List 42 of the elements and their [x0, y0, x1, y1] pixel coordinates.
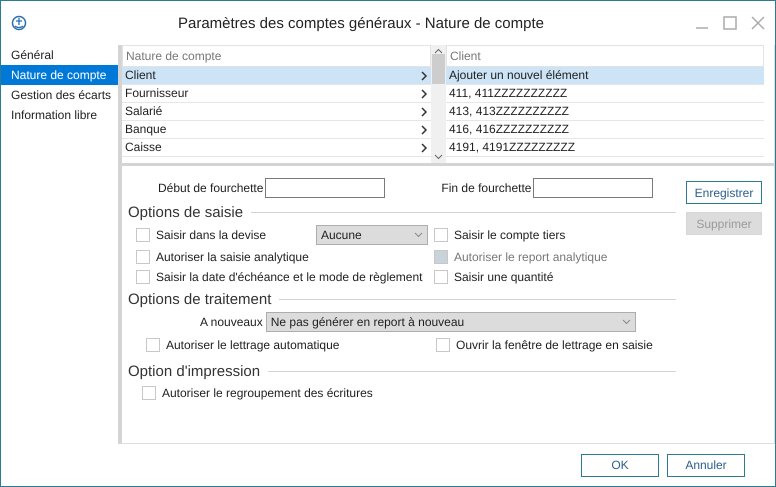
sidebar-item[interactable]: Gestion des écarts [1, 85, 118, 105]
checkbox[interactable]: Saisir dans la devise [136, 226, 316, 244]
list-row[interactable]: Salarié [122, 103, 431, 121]
action-button[interactable]: Enregistrer [686, 181, 762, 204]
checkbox[interactable]: Ouvrir la fenêtre de lettrage en saisie [436, 336, 676, 353]
checkbox[interactable]: Saisir la date d'échéance et le mode de règlement [136, 268, 434, 285]
field-label: A nouveaux [200, 315, 263, 329]
caret-icon [414, 232, 423, 238]
list-row[interactable]: Client [122, 67, 431, 85]
currency-dropdown[interactable]: Aucune [316, 225, 428, 245]
list-row[interactable]: Fournisseur [122, 85, 431, 103]
maximize-icon[interactable] [723, 16, 737, 30]
window-title: Paramètres des comptes généraux - Nature de compte [176, 14, 545, 32]
scrollbar[interactable] [431, 45, 446, 163]
scroll-down-icon[interactable] [434, 154, 443, 160]
section-title: Options de traitement [128, 291, 272, 308]
input-field[interactable] [533, 178, 654, 198]
scroll-thumb[interactable] [432, 54, 445, 84]
input-field[interactable] [265, 178, 386, 198]
checkbox[interactable]: Autoriser le lettrage automatique [146, 336, 436, 353]
column-header: Client [446, 45, 764, 67]
a-nouveaux-dropdown[interactable]: Ne pas générer en report à nouveau [266, 312, 636, 332]
checkbox[interactable]: Saisir le compte tiers [434, 226, 676, 244]
checkbox[interactable]: Saisir une quantité [434, 268, 676, 285]
close-icon[interactable] [751, 16, 765, 30]
list-row[interactable]: Caisse [122, 139, 431, 157]
sidebar-item[interactable]: Information libre [1, 105, 118, 125]
field-label: Début de fourchette [158, 181, 264, 195]
list-row[interactable]: Ajouter un nouvel élément [446, 67, 764, 85]
field-label: Fin de fourchette [441, 181, 532, 195]
dialog-button[interactable]: Annuler [667, 454, 745, 476]
sidebar-item[interactable]: Général [1, 45, 118, 65]
checkbox[interactable]: Autoriser la saisie analytique [136, 248, 316, 265]
scroll-up-icon[interactable] [434, 48, 443, 54]
column-header: Nature de compte [122, 45, 431, 67]
sidebar-item[interactable]: Nature de compte [1, 65, 118, 85]
section-title: Option d'impression [128, 363, 260, 380]
app-logo-icon [11, 15, 27, 31]
caret-icon [622, 319, 631, 325]
dialog-button[interactable]: OK [581, 454, 659, 476]
checkbox[interactable]: Autoriser le regroupement des écritures [142, 384, 432, 401]
section-title: Options de saisie [128, 204, 244, 221]
